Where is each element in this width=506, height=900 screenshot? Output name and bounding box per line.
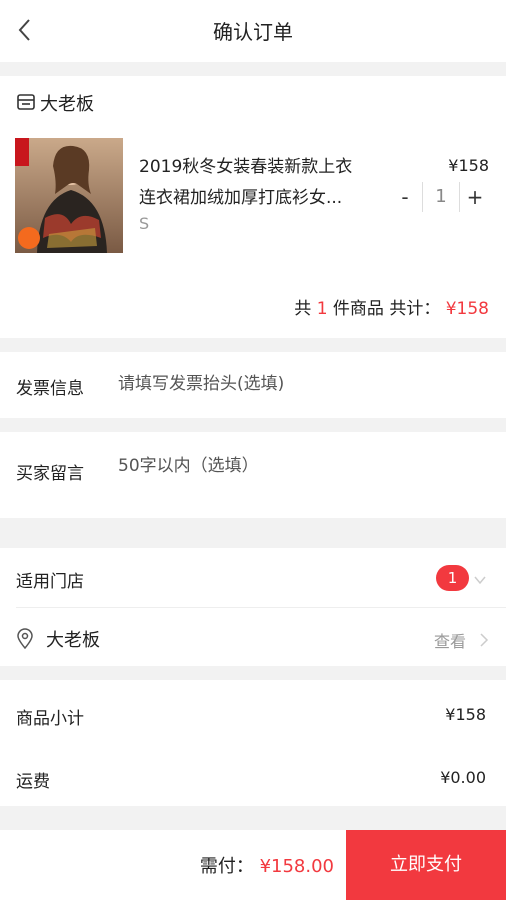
store-icon [16, 92, 36, 112]
store-item-name: 大老板 [46, 630, 100, 651]
product-spec: S [139, 214, 150, 233]
product-thumbnail[interactable] [15, 138, 123, 253]
view-store-link[interactable]: 查看 [434, 628, 466, 652]
buyer-message-input[interactable] [118, 456, 478, 476]
amount-due-value: ¥158.00 [259, 856, 334, 877]
store-count-badge[interactable]: 1 [436, 565, 469, 591]
totals-section [0, 680, 506, 806]
summary-count: 1 [316, 299, 328, 319]
amount-due-label: 需付： [199, 856, 254, 877]
product-title-line2: 连衣裙加绒加厚打底衫女... [139, 188, 343, 208]
amount-due: 需付： ¥158.00 [200, 852, 334, 878]
applicable-store-label: 适用门店 [16, 572, 84, 592]
store-name: 大老板 [40, 94, 94, 115]
invoice-title-input[interactable] [118, 374, 478, 394]
product-price: ¥158 [448, 156, 489, 175]
quantity-increase-button[interactable]: + [460, 182, 490, 212]
summary-total: ¥158 [445, 299, 489, 319]
quantity-decrease-button[interactable]: - [390, 182, 420, 212]
page-title: 确认订单 [213, 20, 293, 44]
subtotal-label: 商品小计 [16, 709, 84, 729]
divider [16, 607, 506, 608]
summary-prefix: 共 [294, 299, 312, 319]
invoice-label: 发票信息 [16, 379, 84, 399]
chevron-down-icon[interactable] [472, 572, 488, 588]
quantity-value[interactable]: 1 [422, 182, 460, 212]
shipping-value: ¥0.00 [440, 768, 486, 787]
product-title-line1: 2019秋冬女装春装新款上衣 [139, 157, 353, 177]
summary-middle: 件商品 共计： [332, 299, 441, 319]
order-summary: 共 1 件商品 共计： ¥158 [294, 294, 489, 319]
location-pin-icon [16, 628, 34, 650]
subtotal-value: ¥158 [445, 705, 486, 724]
chevron-right-icon[interactable] [478, 632, 490, 647]
pay-now-button[interactable]: 立即支付 [346, 830, 506, 900]
shipping-label: 运费 [16, 772, 50, 792]
buyer-message-label: 买家留言 [16, 464, 84, 484]
